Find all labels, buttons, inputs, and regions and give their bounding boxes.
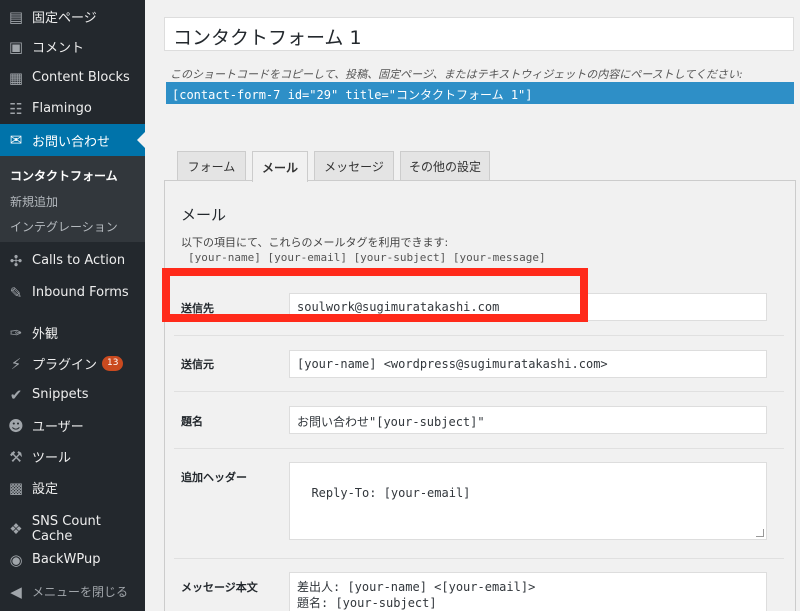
menu-calls-to-action[interactable]: ✣ Calls to Action	[0, 245, 145, 276]
menu-tools[interactable]: ⚒ ツール	[0, 441, 145, 472]
backwpup-icon: ◉	[9, 550, 23, 569]
menu-label: 設定	[32, 482, 59, 497]
shortcode-field[interactable]: [contact-form-7 id="29" title="コンタクトフォーム…	[166, 82, 794, 104]
form-title-input[interactable]: コンタクトフォーム 1	[164, 17, 794, 51]
subject-field[interactable]: お問い合わせ"[your-subject]"	[289, 406, 767, 434]
settings-icon: ▩	[8, 478, 24, 497]
menu-collapse[interactable]: ◀ メニューを閉じる	[0, 576, 145, 607]
menu-appearance[interactable]: ✑ 外観	[0, 317, 145, 348]
headers-label: 追加ヘッダー	[181, 471, 247, 484]
menu-content-blocks[interactable]: ▦ Content Blocks	[0, 62, 145, 93]
submenu-integration[interactable]: インテグレーション	[10, 218, 118, 235]
menu-label: BackWPup	[32, 552, 101, 567]
shortcode-hint: このショートコードをコピーして、投稿、固定ページ、またはテキストウィジェットの内…	[170, 68, 743, 81]
menu-flamingo[interactable]: ☷ Flamingo	[0, 93, 145, 124]
menu-backwpup[interactable]: ◉ BackWPup	[0, 544, 145, 575]
share-icon: ❖	[9, 519, 23, 538]
menu-label: Calls to Action	[32, 253, 126, 268]
menu-label: 固定ページ	[32, 11, 97, 26]
submenu-add-new[interactable]: 新規追加	[10, 193, 58, 210]
divider	[174, 335, 784, 336]
contact-submenu: コンタクトフォーム 新規追加 インテグレーション	[0, 156, 145, 242]
tab-messages[interactable]: メッセージ	[314, 151, 394, 181]
menu-settings[interactable]: ▩ 設定	[0, 472, 145, 503]
menu-label: Snippets	[32, 387, 89, 402]
body-textarea[interactable]: 差出人: [your-name] <[your-email]> 題名: [you…	[289, 572, 767, 611]
menu-label: Content Blocks	[32, 70, 130, 85]
plugin-icon: ⚡	[10, 354, 22, 373]
menu-label: ツール	[32, 451, 72, 466]
menu-contact[interactable]: ✉ お問い合わせ	[0, 124, 145, 156]
admin-sidebar: ▤ 固定ページ ▣ コメント ▦ Content Blocks ☷ Flamin…	[0, 0, 145, 611]
wrench-icon: ⚒	[9, 447, 23, 466]
snippets-icon: ✔	[9, 385, 23, 404]
panel-title: メール	[181, 206, 227, 224]
mail-tags: [your-name] [your-email] [your-subject] …	[188, 251, 546, 264]
headers-value: Reply-To: [your-email]	[311, 486, 471, 500]
from-label: 送信元	[181, 358, 214, 371]
menu-sns-count-cache[interactable]: ❖ SNS Count Cache	[0, 513, 145, 544]
crosshair-icon: ✣	[9, 251, 23, 270]
menu-label: メニューを閉じる	[32, 585, 129, 599]
tab-additional-settings[interactable]: その他の設定	[400, 151, 490, 181]
menu-label: ユーザー	[32, 420, 84, 435]
highlight-box	[162, 268, 588, 322]
mail-tags-description: 以下の項目にて、これらのメールタグを利用できます:	[181, 236, 449, 249]
menu-label: Inbound Forms	[32, 285, 129, 300]
submenu-contact-forms[interactable]: コンタクトフォーム	[10, 167, 118, 184]
user-icon: ☻	[8, 416, 24, 435]
tab-mail[interactable]: メール	[252, 151, 308, 182]
menu-label: コメント	[32, 41, 85, 56]
menu-plugins[interactable]: ⚡ プラグイン 13	[0, 348, 145, 379]
menu-label: SNS Count Cache	[31, 513, 101, 544]
menu-label: お問い合わせ	[32, 134, 111, 150]
brush-icon: ✑	[9, 323, 23, 342]
page-icon: ▤	[8, 7, 24, 26]
menu-inbound-forms[interactable]: ✎ Inbound Forms	[0, 277, 145, 308]
resize-handle[interactable]	[756, 529, 764, 537]
tab-form[interactable]: フォーム	[177, 151, 246, 181]
mail-icon: ✉	[9, 131, 23, 149]
menu-pages[interactable]: ▤ 固定ページ	[0, 1, 145, 32]
from-field[interactable]: [your-name] <wordpress@sugimuratakashi.c…	[289, 350, 767, 378]
subject-label: 題名	[181, 415, 203, 428]
collapse-icon: ◀	[10, 582, 22, 601]
divider	[174, 391, 784, 392]
comment-icon: ▣	[8, 37, 24, 56]
menu-snippets[interactable]: ✔ Snippets	[0, 379, 145, 410]
body-label: メッセージ本文	[181, 581, 258, 594]
menu-label: プラグイン	[32, 358, 98, 373]
headers-textarea[interactable]: Reply-To: [your-email]	[289, 462, 767, 540]
form-icon: ✎	[9, 283, 23, 302]
menu-label: 外観	[32, 327, 59, 342]
divider	[174, 558, 784, 559]
menu-comments[interactable]: ▣ コメント	[0, 31, 145, 62]
blocks-icon: ▦	[8, 68, 24, 87]
menu-users[interactable]: ☻ ユーザー	[0, 410, 145, 441]
menu-label: Flamingo	[32, 101, 92, 116]
flamingo-icon: ☷	[9, 99, 23, 118]
divider	[174, 448, 784, 449]
update-count-badge: 13	[102, 356, 124, 371]
